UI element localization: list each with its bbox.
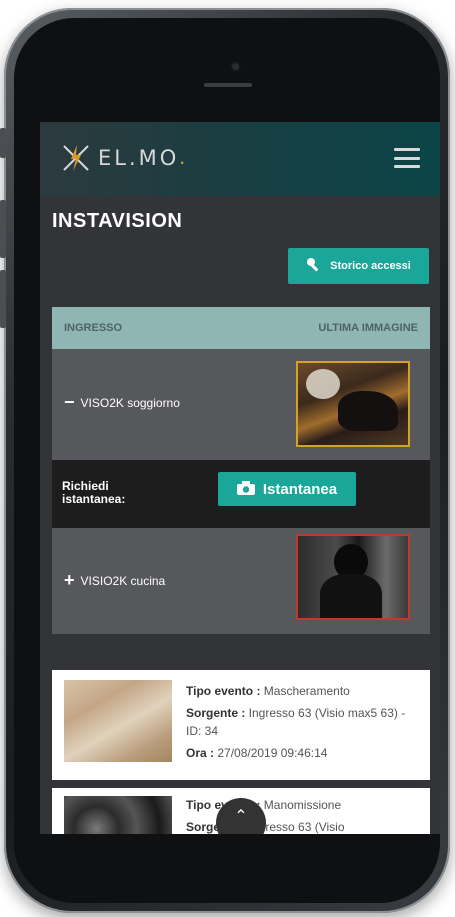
event-card[interactable]: Tipo evento : Mascheramento Sorgente : I… (52, 670, 430, 780)
history-label: Storico accessi (330, 260, 411, 272)
app-screen: EL.MO . INSTAVISION Storico accessi INGR… (40, 122, 440, 834)
event-type-value: Mascheramento (260, 684, 350, 698)
earpiece-speaker (204, 83, 252, 87)
column-ingresso: INGRESSO (64, 322, 123, 334)
last-image-thumbnail[interactable] (296, 361, 410, 447)
front-camera (232, 63, 239, 70)
event-details: Tipo evento : Mascheramento Sorgente : I… (186, 680, 422, 764)
row-name: VISIO2K cucina (80, 573, 166, 588)
collapse-icon[interactable]: − (64, 392, 75, 413)
brand-dot: . (179, 146, 186, 169)
top-bar: EL.MO . (40, 122, 440, 196)
camera-icon (236, 480, 255, 498)
snapshot-label: Istantanea (262, 480, 338, 498)
last-image-thumbnail[interactable] (296, 534, 410, 620)
event-type-value: Manomissione (260, 798, 342, 812)
logo-mark-icon (63, 145, 89, 171)
row-name: VISO2K soggiorno (80, 395, 180, 410)
event-time-value: 27/08/2019 09:46:14 (214, 746, 328, 760)
snapshot-request-bar: Richiedi istantanea: Istantanea (52, 460, 430, 528)
chevron-up-icon: ⌃ (234, 808, 248, 825)
history-button[interactable]: Storico accessi (288, 248, 429, 284)
snapshot-button[interactable]: Istantanea (218, 472, 356, 506)
event-image[interactable] (64, 680, 172, 762)
request-label: Richiedi istantanea: (62, 479, 126, 506)
volume-up-button (0, 200, 6, 258)
event-image[interactable] (64, 796, 172, 834)
event-source-label: Sorgente : (186, 706, 246, 720)
table-row[interactable]: + VISIO2K cucina (52, 528, 430, 634)
page-title: INSTAVISION (52, 210, 183, 232)
event-time-label: Ora : (186, 746, 215, 760)
row-label: − VISO2K soggiorno (64, 392, 180, 413)
column-ultima-immagine: ULTIMA IMMAGINE (318, 322, 418, 334)
expand-icon[interactable]: + (64, 570, 75, 591)
volume-down-button (0, 270, 6, 328)
brand-logo[interactable]: EL.MO . (60, 140, 185, 176)
hamburger-icon[interactable] (394, 148, 420, 168)
key-icon (306, 257, 322, 276)
mute-switch (0, 128, 6, 158)
table-header: INGRESSO ULTIMA IMMAGINE (52, 307, 430, 349)
event-type-label: Tipo evento : (186, 684, 261, 698)
row-label: + VISIO2K cucina (64, 570, 165, 591)
brand-name: EL.MO (98, 146, 180, 170)
table-row[interactable]: − VISO2K soggiorno (52, 349, 430, 460)
